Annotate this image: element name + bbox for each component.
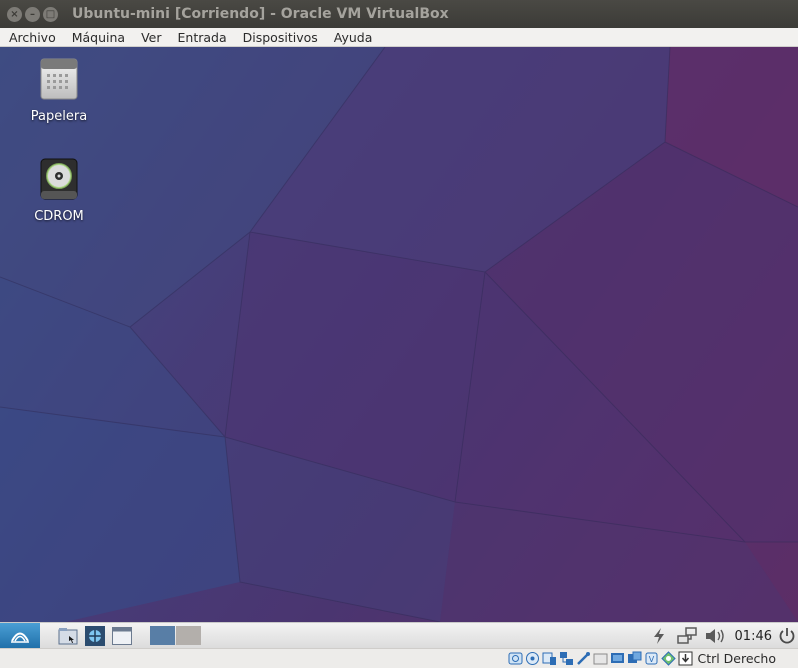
menu-entrada[interactable]: Entrada [170,30,235,45]
panel-clock[interactable]: 01:46 [729,629,776,644]
close-button[interactable]: × [7,6,22,22]
display-icon[interactable] [610,651,625,666]
mouse-integration-icon[interactable] [661,651,677,666]
trash-icon [40,58,78,100]
power-manager-tray[interactable] [645,623,673,649]
launcher-file-manager[interactable] [56,625,80,647]
network-icon [676,627,697,644]
vm-status-bar: V Ctrl Derecho [0,648,798,668]
video-capture-icon[interactable] [627,651,642,666]
shutdown-tray[interactable] [776,623,798,649]
volume-tray[interactable] [701,623,729,649]
launcher-terminal[interactable] [110,625,134,647]
workspace-1[interactable] [150,626,175,645]
desktop-icon-papelera[interactable]: Papelera [14,57,104,124]
wallpaper [0,47,798,622]
network-adapter-icon[interactable] [559,651,574,666]
window-controls: × – □ [7,6,58,22]
menu-dispositivos[interactable]: Dispositivos [235,30,326,45]
window-titlebar[interactable]: × – □ Ubuntu-mini [Corriendo] - Oracle V… [0,0,798,28]
cpu-icon[interactable]: V [644,651,659,666]
menu-maquina[interactable]: Máquina [64,30,133,45]
keyboard-capture-icon[interactable] [678,651,693,666]
web-browser-icon [85,625,105,646]
network-tray[interactable] [673,623,701,649]
file-manager-icon [58,627,78,644]
workspace-switcher [150,626,201,645]
lubuntu-logo-icon [11,632,29,643]
launcher-web-browser[interactable] [83,625,107,647]
maximize-button[interactable]: □ [43,6,58,22]
audio-icon[interactable] [542,651,557,666]
usb-icon[interactable] [576,651,591,666]
host-key-label: Ctrl Derecho [697,651,776,666]
cdrom-icon [40,158,78,200]
minimize-button[interactable]: – [25,6,40,22]
shared-folders-icon[interactable] [593,651,608,666]
menu-archivo[interactable]: Archivo [0,30,64,45]
optical-drive-icon[interactable] [525,651,540,666]
workspace-2[interactable] [176,626,201,645]
power-manager-icon [653,628,664,644]
volume-icon [705,629,724,643]
guest-desktop[interactable]: Papelera CDROM [0,47,798,622]
start-menu-button[interactable] [0,622,40,649]
menu-ayuda[interactable]: Ayuda [326,30,381,45]
desktop-icon-label: CDROM [34,209,84,224]
menubar: Archivo Máquina Ver Entrada Dispositivos… [0,28,798,47]
svg-text:V: V [649,655,655,664]
desktop-icon-cdrom[interactable]: CDROM [14,157,104,224]
terminal-icon [112,626,132,645]
window-title: Ubuntu-mini [Corriendo] - Oracle VM Virt… [72,6,449,22]
desktop-icon-label: Papelera [30,109,88,124]
shutdown-icon [779,628,795,644]
system-tray: 01:46 [645,623,798,649]
guest-taskbar: 01:46 [0,622,798,649]
hard-disk-icon[interactable] [508,651,523,666]
menu-ver[interactable]: Ver [133,30,169,45]
